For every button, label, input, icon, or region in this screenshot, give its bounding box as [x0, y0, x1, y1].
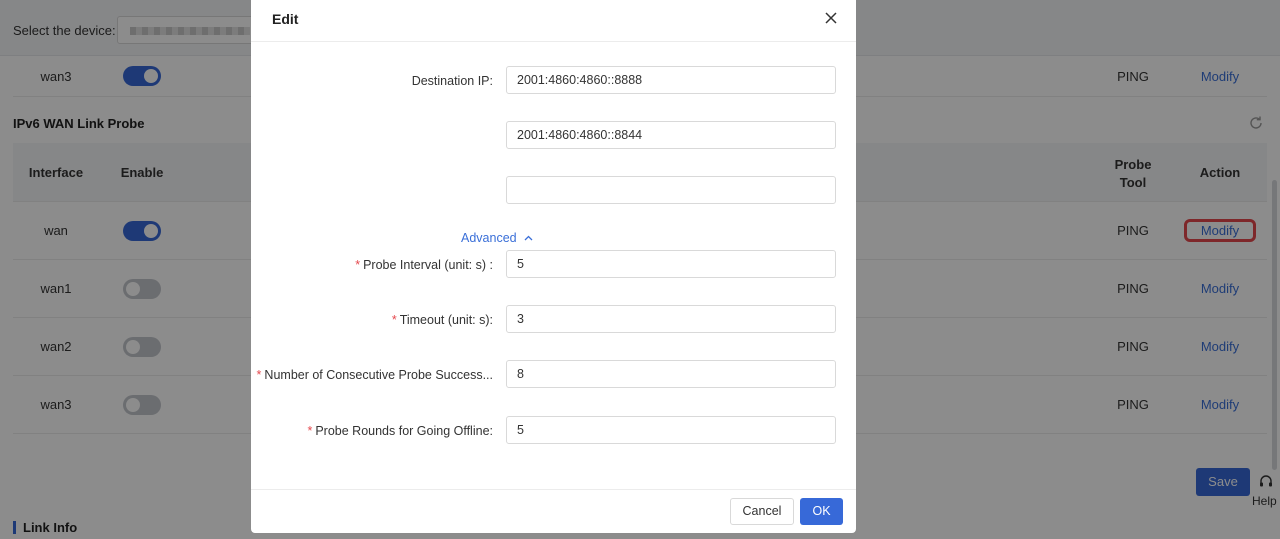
offline-rounds-label: * Probe Rounds for Going Offline: — [307, 424, 493, 438]
dialog-header: Edit — [251, 0, 856, 42]
probe-interval-input[interactable] — [506, 250, 836, 278]
timeout-input[interactable] — [506, 305, 836, 333]
timeout-label: * Timeout (unit: s): — [391, 313, 493, 327]
dialog-title: Edit — [272, 11, 299, 27]
consecutive-success-input[interactable] — [506, 360, 836, 388]
destination-ip-input-2[interactable] — [506, 121, 836, 149]
probe-interval-label: * Probe Interval (unit: s) : — [355, 258, 493, 272]
consecutive-success-label: * Number of Consecutive Probe Success... — [256, 368, 493, 382]
destination-ip-input-1[interactable] — [506, 66, 836, 94]
offline-rounds-input[interactable] — [506, 416, 836, 444]
destination-ip-label: Destination IP: — [411, 74, 493, 88]
advanced-toggle[interactable]: Advanced — [461, 231, 533, 245]
cancel-button[interactable]: Cancel — [730, 498, 794, 525]
close-icon[interactable] — [823, 10, 839, 26]
edit-dialog: Edit Destination IP: Advanced *Probe Int… — [251, 0, 856, 533]
chevron-up-icon — [524, 235, 533, 241]
destination-ip-input-3[interactable] — [506, 176, 836, 204]
ok-button[interactable]: OK — [800, 498, 843, 525]
advanced-label: Advanced — [461, 231, 517, 245]
